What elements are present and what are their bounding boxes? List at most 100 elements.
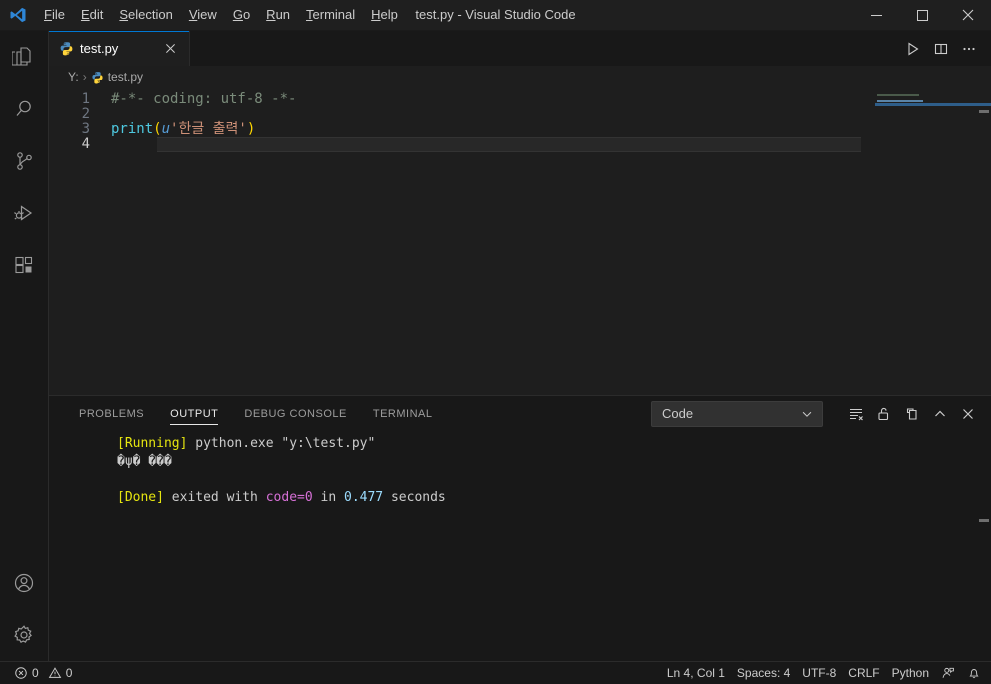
output-token-in: in	[312, 490, 344, 505]
minimap-line	[877, 94, 919, 96]
play-icon	[905, 41, 921, 57]
output-token-mojibake: �ψ� ���	[117, 454, 172, 469]
editor-vertical-scrollbar[interactable]	[977, 88, 991, 395]
unlock-icon	[876, 406, 892, 422]
status-editor-position[interactable]: Ln 4, Col 1	[661, 662, 731, 684]
tab-label: test.py	[80, 41, 119, 56]
menu-go[interactable]: Go	[225, 0, 258, 30]
menu-file-rest: ile	[51, 7, 65, 22]
scrollbar-thumb[interactable]	[979, 110, 989, 113]
current-line-highlight	[157, 137, 910, 152]
menu-view[interactable]: View	[181, 0, 225, 30]
menu-selection[interactable]: Selection	[111, 0, 180, 30]
menu-file[interactable]: File	[36, 0, 73, 30]
settings-button[interactable]	[0, 609, 48, 661]
search-icon	[12, 97, 36, 121]
warning-icon	[48, 666, 62, 680]
menu-help[interactable]: Help	[363, 0, 406, 30]
output-line-blank	[117, 471, 991, 489]
source-control-icon	[12, 149, 36, 173]
breadcrumb-file[interactable]: test.py	[91, 70, 143, 84]
new-window-icon	[904, 406, 920, 422]
files-icon	[12, 45, 36, 69]
split-editor-right-button[interactable]	[927, 35, 955, 63]
menu-help-rest: elp	[380, 7, 398, 22]
menu-run[interactable]: Run	[258, 0, 298, 30]
python-file-icon	[91, 71, 104, 84]
editor-tabs-bar: test.py	[49, 31, 991, 66]
sidebar-item-search[interactable]	[0, 83, 48, 135]
window-controls	[853, 0, 991, 30]
token-paren-open: (	[153, 121, 162, 137]
clear-output-button[interactable]	[843, 401, 869, 427]
close-panel-button[interactable]	[955, 401, 981, 427]
editor-group: test.py Y: › test.py 1 #-*- coding: utf-…	[49, 31, 991, 395]
maximize-panel-button[interactable]	[927, 401, 953, 427]
breadcrumb-file-label: test.py	[107, 70, 144, 84]
output-token-duration: 0.477	[344, 490, 384, 505]
code-text: print(u'한글 출력')	[87, 122, 255, 137]
output-line: �ψ� ���	[117, 453, 991, 471]
status-editor-encoding[interactable]: UTF-8	[796, 662, 842, 684]
token-function: print	[111, 121, 154, 137]
output-line: [Done] exited with code=0 in 0.477 secon…	[117, 489, 991, 507]
vscode-logo-icon	[0, 0, 36, 30]
status-bar-right: Ln 4, Col 1 Spaces: 4 UTF-8 CRLF Python	[661, 662, 991, 684]
tab-problems[interactable]: Problems	[69, 396, 154, 431]
breadcrumb-root[interactable]: Y:	[68, 70, 79, 84]
status-problems[interactable]: 0 0	[8, 662, 78, 684]
close-icon[interactable]	[161, 40, 179, 58]
status-editor-eol[interactable]: CRLF	[842, 662, 885, 684]
output-view[interactable]: [Running] python.exe "y:\test.py" �ψ� ��…	[49, 431, 991, 661]
chevron-down-icon	[800, 407, 814, 421]
ellipsis-icon	[961, 41, 977, 57]
tabs-filler	[190, 31, 899, 66]
more-actions-button[interactable]	[955, 35, 983, 63]
token-paren-close: )	[246, 121, 256, 137]
menu-go-accel: G	[232, 7, 243, 22]
tab-terminal[interactable]: Terminal	[363, 396, 443, 431]
output-channel-select[interactable]: Code	[651, 400, 823, 427]
run-debug-icon	[12, 201, 36, 225]
status-editor-indentation[interactable]: Spaces: 4	[731, 662, 796, 684]
status-editor-language[interactable]: Python	[886, 662, 935, 684]
sidebar-item-extensions[interactable]	[0, 239, 48, 291]
code-line-4: 4	[49, 137, 991, 152]
open-output-in-editor-button[interactable]	[899, 401, 925, 427]
code-line-2: 2	[49, 107, 991, 122]
minimap[interactable]	[861, 88, 991, 395]
close-button[interactable]	[945, 0, 991, 30]
menu-terminal-rest: erminal	[312, 7, 356, 22]
tab-output[interactable]: Output	[160, 396, 228, 431]
output-token-command: python.exe "y:\test.py"	[187, 436, 376, 451]
line-number: 2	[81, 106, 90, 122]
menu-terminal[interactable]: Terminal	[298, 0, 363, 30]
output-token-exited: exited with	[163, 490, 266, 505]
code-editor[interactable]: 1 #-*- coding: utf-8 -*- 2 3 print(u'한글 …	[49, 88, 991, 395]
output-channel-value: Code	[662, 406, 694, 421]
warning-count: 0	[65, 666, 73, 680]
sidebar-item-run-and-debug[interactable]	[0, 187, 48, 239]
menu-edit[interactable]: Edit	[73, 0, 111, 30]
status-notifications[interactable]	[961, 662, 987, 684]
tab-test-py[interactable]: test.py	[49, 31, 190, 66]
code-text: #-*- coding: utf-8 -*-	[111, 91, 297, 107]
output-token-running: [Running]	[117, 436, 188, 451]
clear-output-icon	[848, 406, 864, 422]
minimize-button[interactable]	[853, 0, 899, 30]
sidebar-item-explorer[interactable]	[0, 31, 48, 83]
breadcrumb: Y: › test.py	[49, 66, 991, 88]
accounts-button[interactable]	[0, 557, 48, 609]
status-bar: 0 0 Ln 4, Col 1 Spaces: 4 UTF-8 CRLF Pyt…	[0, 661, 991, 684]
menu-run-rest: un	[275, 7, 291, 22]
account-icon	[12, 571, 36, 595]
run-python-file-button[interactable]	[899, 35, 927, 63]
extensions-icon	[12, 253, 36, 277]
panel-scrollbar-thumb[interactable]	[979, 519, 989, 522]
python-file-icon	[59, 41, 74, 56]
sidebar-item-source-control[interactable]	[0, 135, 48, 187]
status-feedback[interactable]	[935, 662, 961, 684]
tab-debug-console[interactable]: Debug Console	[234, 396, 356, 431]
maximize-button[interactable]	[899, 0, 945, 30]
turn-auto-scrolling-off-button[interactable]	[871, 401, 897, 427]
